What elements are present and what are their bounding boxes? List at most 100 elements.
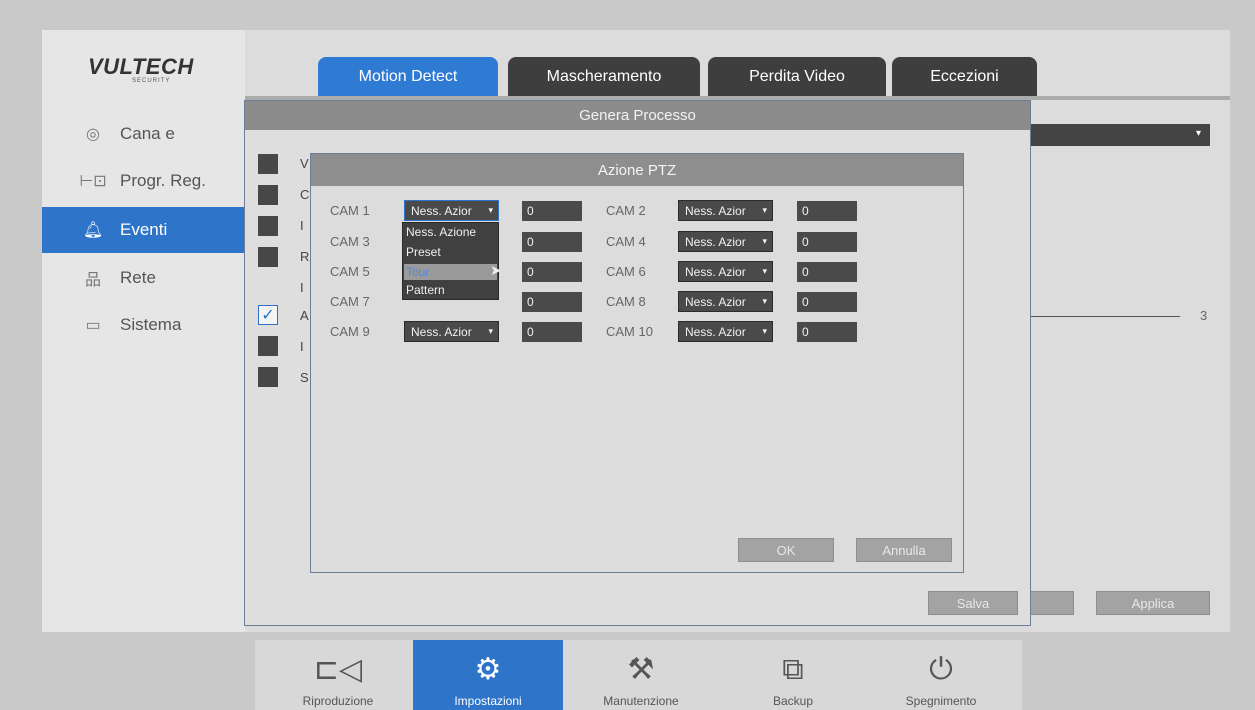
sidebar-item-label: Sistema: [120, 315, 182, 334]
chevron-down-icon: ▾: [762, 236, 767, 246]
checkbox[interactable]: [258, 367, 278, 387]
taskbar-manutenzione[interactable]: ⚒ Manutenzione: [566, 640, 716, 710]
checkbox-label: S: [300, 370, 309, 385]
cam-label: CAM 5: [330, 264, 370, 279]
cam-6-action-select[interactable]: Ness. Azior ▾: [678, 261, 773, 282]
cam-7-value-input[interactable]: 0: [522, 292, 582, 312]
cam-label: CAM 2: [606, 203, 646, 218]
select-value: Ness. Azior: [685, 294, 746, 309]
tab-eccezioni[interactable]: Eccezioni: [892, 57, 1037, 97]
channel-select[interactable]: [1030, 124, 1210, 146]
mouse-cursor-icon: ➤: [490, 262, 502, 278]
checkbox-label: R: [300, 249, 310, 264]
dropdown-option[interactable]: Preset: [404, 244, 497, 260]
cam-2-action-select[interactable]: Ness. Azior ▾: [678, 200, 773, 221]
cancel-button[interactable]: Annulla: [856, 538, 952, 562]
cam-10-value-input[interactable]: 0: [797, 322, 857, 342]
apply-button[interactable]: Applica: [1096, 591, 1210, 615]
checkbox[interactable]: [258, 154, 278, 174]
cam-label: CAM 3: [330, 234, 370, 249]
camera-icon: ◎: [86, 126, 100, 143]
cam-label: CAM 7: [330, 294, 370, 309]
playback-camera-icon: ⊏◁: [313, 653, 363, 686]
cam-4-value-input[interactable]: 0: [797, 232, 857, 252]
checkbox-label: I: [300, 339, 304, 354]
cam-10-action-select[interactable]: Ness. Azior ▾: [678, 321, 773, 342]
cam-1-action-select[interactable]: Ness. Azior ▾: [404, 200, 499, 221]
save-button[interactable]: Salva: [928, 591, 1018, 615]
chevron-down-icon: ▾: [488, 326, 493, 336]
cam-1-value-input[interactable]: 0: [522, 201, 582, 221]
cam-3-value-input[interactable]: 0: [522, 232, 582, 252]
checkbox[interactable]: [258, 247, 278, 267]
tab-motion-detect[interactable]: Motion Detect: [318, 57, 498, 97]
cam-9-value-input[interactable]: 0: [522, 322, 582, 342]
record-icon: ⊢⊡: [79, 173, 107, 190]
cam-label: CAM 1: [330, 203, 370, 218]
chevron-down-icon: ▾: [762, 326, 767, 336]
cam-6-value-input[interactable]: 0: [797, 262, 857, 282]
chevron-down-icon: ▾: [762, 266, 767, 276]
cam-label: CAM 4: [606, 234, 646, 249]
taskbar-label: Spegnimento: [905, 694, 977, 708]
cam-5-value-input[interactable]: 0: [522, 262, 582, 282]
taskbar-label: Riproduzione: [302, 694, 374, 708]
cam-8-value-input[interactable]: 0: [797, 292, 857, 312]
cam-2-value-input[interactable]: 0: [797, 201, 857, 221]
checkbox-label: C: [300, 187, 310, 202]
brand-logo: VULTECH: [88, 54, 194, 79]
taskbar-label: Backup: [772, 694, 814, 708]
select-value: Ness. Azior: [685, 234, 746, 249]
checkbox-label: I: [300, 218, 304, 233]
sensitivity-value: 3: [1200, 308, 1208, 323]
sidebar-item-prog-reg[interactable]: ⊢⊡ Progr. Reg.: [42, 158, 245, 204]
cam-8-action-select[interactable]: Ness. Azior ▾: [678, 291, 773, 312]
checkbox-label: A: [300, 308, 309, 323]
bell-icon: 🔔︎: [82, 222, 104, 239]
ok-button[interactable]: OK: [738, 538, 834, 562]
sidebar-item-label: Eventi: [120, 220, 168, 239]
sidebar-item-rete[interactable]: 品 Rete: [42, 255, 245, 301]
sensitivity-slider[interactable]: [1030, 316, 1180, 317]
dropdown-option[interactable]: Pattern: [404, 282, 497, 298]
checkbox[interactable]: [258, 185, 278, 205]
sidebar-item-label: Cana e: [120, 124, 175, 143]
chevron-down-icon: ▾: [1196, 128, 1202, 139]
taskbar-backup[interactable]: ⧉ Backup: [718, 640, 868, 710]
network-icon: 品: [84, 272, 101, 289]
cam-label: CAM 10: [606, 324, 653, 339]
checkbox-checked[interactable]: ✓: [258, 305, 278, 325]
taskbar-spegnimento[interactable]: ⏻ Spegnimento: [866, 640, 1016, 710]
cam-9-action-select[interactable]: Ness. Azior ▾: [404, 321, 499, 342]
tools-icon: ⚒: [627, 653, 655, 686]
sidebar-item-sistema[interactable]: ▭ Sistema: [42, 302, 245, 348]
taskbar-riproduzione[interactable]: ⊏◁ Riproduzione: [263, 640, 413, 710]
default-button[interactable]: [1030, 591, 1074, 615]
select-value: Ness. Azior: [685, 324, 746, 339]
tab-perdita-video[interactable]: Perdita Video: [708, 57, 886, 97]
chevron-down-icon: ▾: [762, 296, 767, 306]
sidebar-item-canale[interactable]: ◎ Cana e: [42, 111, 245, 157]
gear-icon: ⚙: [474, 653, 502, 686]
tab-mascheramento[interactable]: Mascheramento: [508, 57, 700, 97]
files-icon: ⧉: [782, 653, 804, 686]
sidebar-item-eventi[interactable]: 🔔︎ Eventi: [42, 207, 245, 253]
dialog-title: Azione PTZ: [311, 154, 963, 186]
chevron-down-icon: ▾: [762, 205, 767, 215]
sidebar-item-label: Progr. Reg.: [120, 171, 206, 190]
dropdown-option-hovered[interactable]: Tour: [404, 264, 497, 280]
checkbox-label: I: [300, 280, 304, 295]
checkbox[interactable]: [258, 216, 278, 236]
checkbox[interactable]: [258, 336, 278, 356]
sidebar-item-label: Rete: [120, 268, 156, 287]
taskbar-impostazioni[interactable]: ⚙ Impostazioni: [413, 640, 563, 710]
select-value: Ness. Azior: [685, 264, 746, 279]
select-value: Ness. Azior: [411, 203, 472, 218]
dropdown-option[interactable]: Ness. Azione: [404, 224, 497, 240]
select-value: Ness. Azior: [685, 203, 746, 218]
chevron-down-icon: ▾: [488, 205, 493, 215]
taskbar-label: Manutenzione: [603, 694, 679, 708]
select-value: Ness. Azior: [411, 324, 472, 339]
cam-4-action-select[interactable]: Ness. Azior ▾: [678, 231, 773, 252]
taskbar-label: Impostazioni: [454, 694, 522, 708]
